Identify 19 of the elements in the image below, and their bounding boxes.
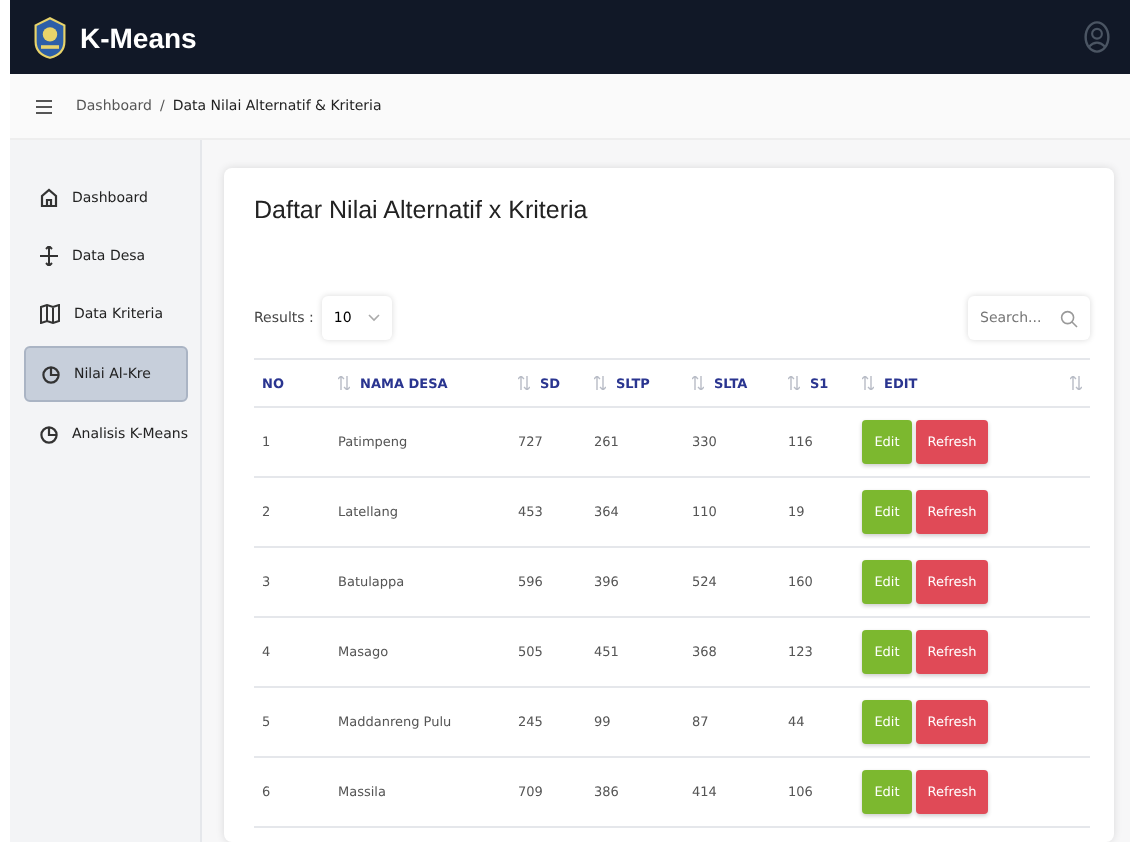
sort-icon[interactable]	[518, 376, 530, 390]
map-icon	[40, 304, 60, 324]
sort-icon[interactable]	[338, 376, 350, 390]
menu-icon[interactable]	[36, 99, 52, 113]
pie-chart-icon	[40, 424, 58, 444]
move-icon	[40, 246, 58, 266]
pie-chart-icon	[42, 364, 60, 384]
home-icon	[40, 188, 58, 208]
sort-icon[interactable]	[594, 376, 606, 390]
user-icon[interactable]	[1084, 20, 1110, 54]
emblem-icon	[32, 15, 68, 59]
app-title: K-Means	[80, 21, 197, 53]
card-title: Daftar Nilai Alternatif x Kriteria	[254, 196, 590, 224]
search-icon	[1060, 310, 1078, 328]
sort-icon[interactable]	[862, 376, 874, 390]
sort-icon[interactable]	[1070, 376, 1082, 390]
chevron-down-icon	[367, 314, 380, 322]
sort-icon[interactable]	[788, 376, 800, 390]
sort-icon[interactable]	[692, 376, 704, 390]
